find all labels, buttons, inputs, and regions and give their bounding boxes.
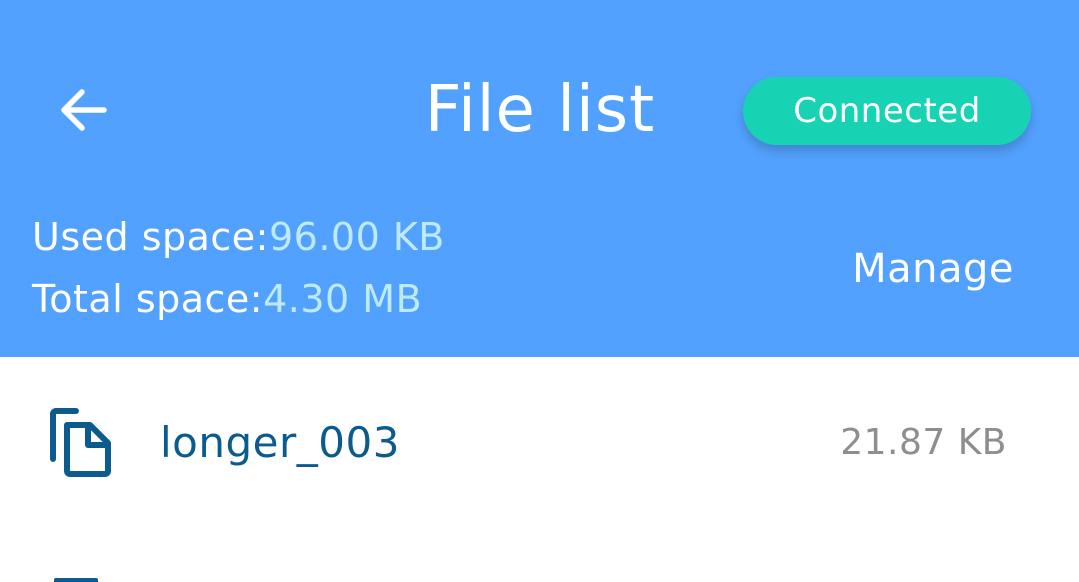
file-copy-icon: [50, 408, 111, 477]
used-space-label: Used space:: [32, 215, 269, 259]
back-arrow-icon: [61, 89, 107, 131]
total-space-line: Total space:4.30 MB: [32, 274, 422, 324]
used-space-line: Used space:96.00 KB: [32, 212, 445, 262]
next-file-icon: [54, 578, 98, 582]
connection-status-badge: Connected: [743, 77, 1031, 145]
total-space-value: 4.30 MB: [263, 277, 423, 321]
back-button[interactable]: [44, 70, 124, 150]
manage-button[interactable]: Manage: [852, 241, 1014, 297]
used-space-value: 96.00 KB: [268, 215, 445, 259]
file-size: 21.87 KB: [840, 422, 1007, 463]
file-name: longer_003: [160, 418, 400, 467]
file-list-item[interactable]: longer_003 21.87 KB: [0, 357, 1079, 527]
total-space-label: Total space:: [32, 277, 264, 321]
header-bar: File list Connected Used space:96.00 KB …: [0, 0, 1079, 357]
page-title: File list: [424, 73, 656, 147]
file-list-screen: File list Connected Used space:96.00 KB …: [0, 0, 1079, 582]
